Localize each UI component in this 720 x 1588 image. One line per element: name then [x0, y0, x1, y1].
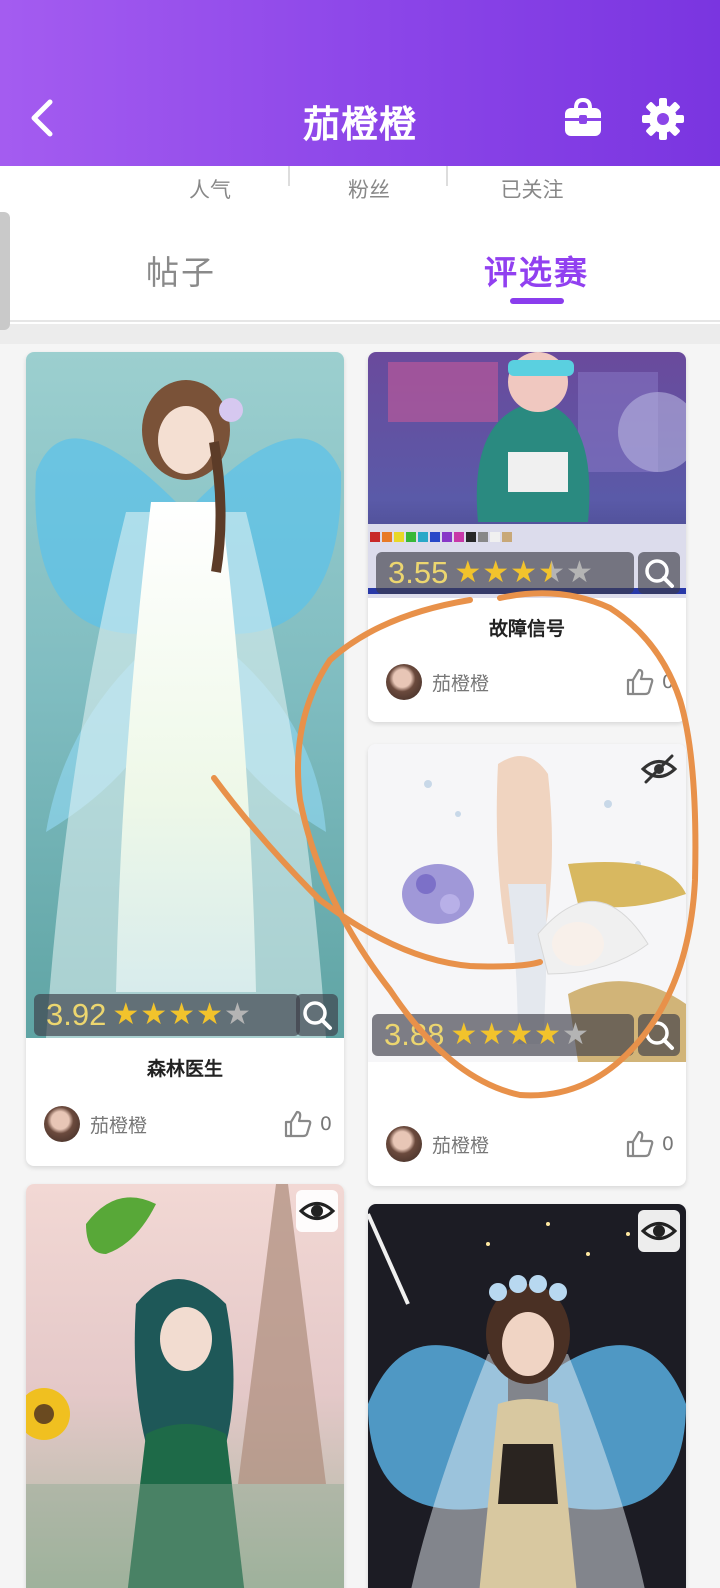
- thumb-up-icon: [284, 1110, 312, 1138]
- rating-value: 3.88: [384, 1017, 445, 1052]
- rating-badge: 3.92 ★ ★ ★ ★ ★: [34, 994, 300, 1036]
- thumb-up-icon: [626, 1130, 654, 1158]
- star-icon: ★: [168, 997, 196, 1032]
- star-icon: ★: [482, 555, 510, 590]
- zoom-button[interactable]: [638, 1014, 680, 1056]
- contest-card[interactable]: [26, 1184, 344, 1588]
- like-button[interactable]: 0: [624, 1128, 674, 1160]
- star-icon: ★: [534, 1017, 561, 1052]
- card-title: 森林医生: [146, 1058, 223, 1080]
- active-tab-indicator: [510, 298, 564, 304]
- side-drawer-handle[interactable]: [0, 212, 10, 330]
- bag-icon: [565, 97, 601, 136]
- star-icon: ★: [140, 997, 168, 1032]
- contest-card[interactable]: 3.92 ★ ★ ★ ★ ★ 森林医生 茄橙橙 0: [26, 352, 344, 1166]
- settings-button[interactable]: [640, 96, 686, 142]
- search-icon: [645, 559, 674, 588]
- author-name[interactable]: 茄橙橙: [432, 669, 489, 696]
- author-row: 茄橙橙 0: [386, 662, 674, 702]
- author-name[interactable]: 茄橙橙: [90, 1111, 147, 1138]
- visibility-button[interactable]: [296, 1190, 338, 1232]
- card-image: [26, 352, 344, 1038]
- rating-value: 3.92: [46, 997, 107, 1032]
- contest-card[interactable]: 3.55 ★ ★ ★ ★ ★ 故障信号 茄橙橙 0: [368, 352, 686, 722]
- star-icon: ★: [450, 1017, 478, 1052]
- star-icon: ★: [196, 997, 223, 1032]
- bag-button[interactable]: [562, 96, 604, 142]
- star-icon: ★: [510, 555, 538, 590]
- star-rating: ★ ★ ★ ★ ★: [454, 558, 594, 588]
- author-row: 茄橙橙 0: [386, 1124, 674, 1164]
- visibility-button[interactable]: [638, 1210, 680, 1252]
- star-rating: ★ ★ ★ ★ ★: [450, 1020, 590, 1050]
- star-icon: ★: [112, 997, 140, 1032]
- eye-off-icon: [640, 754, 678, 784]
- like-count: 0: [319, 1113, 332, 1135]
- eye-icon: [298, 1202, 336, 1220]
- rating-badge: 3.88 ★ ★ ★ ★ ★: [372, 1014, 634, 1056]
- stat-label: 粉丝: [348, 178, 390, 202]
- gear-icon: [642, 98, 684, 140]
- zoom-button[interactable]: [638, 552, 680, 594]
- like-button[interactable]: 0: [624, 666, 674, 698]
- stat-label: 人气: [189, 178, 231, 202]
- stat-label: 已关注: [500, 178, 564, 202]
- avatar[interactable]: [386, 1126, 422, 1162]
- card-title: 故障信号: [488, 618, 565, 640]
- divider: [446, 166, 448, 186]
- star-icon: ★: [454, 555, 482, 590]
- tab-bar: 帖子 评选赛: [0, 232, 720, 322]
- tab-posts[interactable]: 帖子: [146, 246, 216, 294]
- zoom-button[interactable]: [296, 994, 338, 1036]
- page-title: 茄橙橙: [303, 103, 417, 146]
- star-icon: ★: [538, 555, 565, 590]
- contest-card[interactable]: [368, 1204, 686, 1588]
- star-icon: ★: [478, 1017, 506, 1052]
- star-rating: ★ ★ ★ ★ ★: [112, 1000, 252, 1030]
- author-row: 茄橙橙 0: [44, 1104, 332, 1144]
- rating-badge: 3.55 ★ ★ ★ ★ ★: [376, 552, 634, 594]
- eye-icon: [640, 1222, 678, 1240]
- like-button[interactable]: 0: [282, 1108, 332, 1140]
- card-image: [368, 1204, 686, 1588]
- tab-contest[interactable]: 评选赛: [484, 246, 589, 294]
- avatar[interactable]: [386, 664, 422, 700]
- rating-value: 3.55: [388, 555, 449, 590]
- author-name[interactable]: 茄橙橙: [432, 1131, 489, 1158]
- header-bar: 茄橙橙: [0, 0, 720, 166]
- contest-card[interactable]: 3.88 ★ ★ ★ ★ ★ 茄橙橙 0: [368, 744, 686, 1186]
- star-icon: ★: [223, 997, 251, 1032]
- thumb-up-icon: [626, 668, 654, 696]
- search-icon: [303, 1001, 332, 1030]
- like-count: 0: [661, 671, 674, 693]
- hidden-toggle-button[interactable]: [638, 748, 680, 790]
- search-icon: [645, 1021, 674, 1050]
- profile-screen: 茄橙橙 人气 粉丝 已关注 帖子 评选赛 3.92 ★ ★ ★ ★ ★ 森林医生…: [0, 0, 720, 1588]
- star-icon: ★: [506, 1017, 534, 1052]
- avatar[interactable]: [44, 1106, 80, 1142]
- star-icon: ★: [565, 555, 593, 590]
- card-image: [26, 1184, 344, 1588]
- like-count: 0: [661, 1133, 674, 1155]
- profile-stats: 人气 粉丝 已关注: [0, 166, 720, 214]
- star-icon: ★: [561, 1017, 589, 1052]
